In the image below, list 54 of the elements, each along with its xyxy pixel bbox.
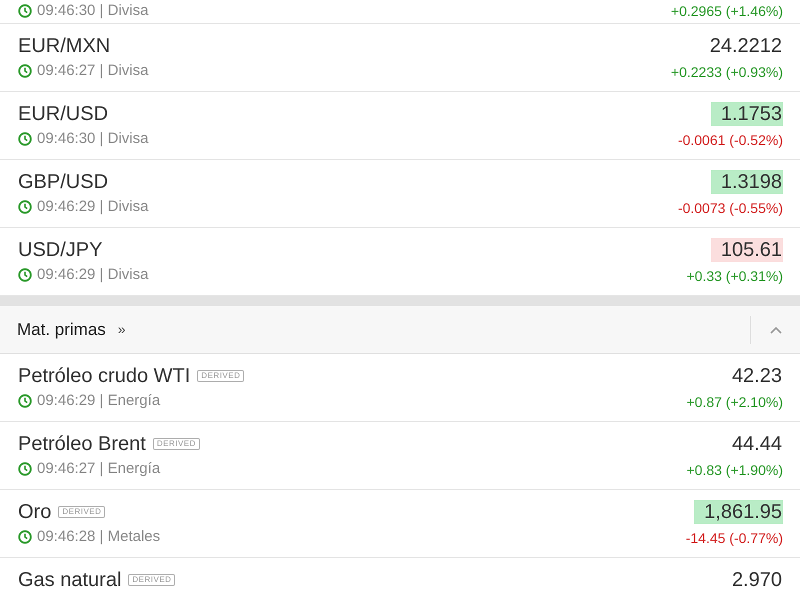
instrument-name: Oro [18,500,52,524]
clock-icon [18,4,32,18]
timestamp-text: 09:46:27 | Divisa [37,62,148,80]
more-link[interactable]: » [118,319,126,340]
instrument-name: USD/JPY [18,238,102,262]
price-text: 105.61 [710,238,783,262]
price-text: 1,861.95 [694,500,783,524]
price-text: 1.1753 [710,102,783,126]
instrument-name: Gas natural [18,568,122,592]
change-text: -0.0073 (-0.55%) [678,200,783,217]
clock-icon [18,462,32,476]
quote-row[interactable]: Oro DERIVED 09:46:28 | Metales 1,861.95 -14.45 (-0.77%) [0,490,800,558]
quote-row[interactable]: EUR/MXN 09:46:27 | Divisa 24.2212 +0.2233 (+0.93%) [0,24,800,92]
clock-icon [18,64,32,78]
timestamp-text: 09:46:30 | Divisa [37,130,148,148]
timestamp-text: 09:46:29 | Divisa [37,198,148,216]
price-text: 44.44 [730,432,783,456]
price-text: 42.23 [730,364,783,388]
change-text: +0.87 (+2.10%) [686,394,783,411]
section-header[interactable]: Mat. primas » [0,306,800,354]
instrument-name: GBP/USD [18,170,108,194]
price-text: 2.970 [730,568,783,593]
quote-row[interactable]: Petróleo Brent DERIVED 09:46:27 | Energía 44.44 +0.83 (+1.90%) [0,422,800,490]
clock-icon [18,200,32,214]
change-text: -0.0061 (-0.52%) [678,132,783,149]
timestamp-text: 09:46:30 | Divisa [37,2,148,20]
instrument-name: Petróleo Brent [18,432,146,456]
section-title: Mat. primas [17,318,106,341]
instrument-name: Petróleo crudo WTI [18,364,190,388]
quote-row[interactable]: EUR/USD 09:46:30 | Divisa 1.1753 -0.0061 (-0.52%) [0,92,800,160]
derived-badge: DERIVED [58,506,106,518]
change-text: +0.2233 (+0.93%) [670,64,783,81]
clock-icon [18,268,32,282]
change-text: -14.45 (-0.77%) [686,530,783,547]
instrument-name: EUR/MXN [18,34,110,58]
collapse-icon[interactable] [770,326,782,334]
price-text: 1.3198 [710,170,783,194]
quote-row[interactable]: Petróleo crudo WTI DERIVED 09:46:29 | Energía 42.23 +0.87 (+2.10%) [0,354,800,422]
instrument-name: EUR/USD [18,102,108,126]
clock-icon [18,394,32,408]
derived-badge: DERIVED [128,574,176,586]
timestamp-text: 09:46:29 | Divisa [37,266,148,284]
price-text: 24.2212 [708,34,783,58]
clock-icon [18,530,32,544]
change-text: +0.33 (+0.31%) [686,268,783,285]
derived-badge: DERIVED [197,370,244,382]
derived-badge: DERIVED [152,438,200,450]
timestamp-text: 09:46:29 | Energía [37,392,160,410]
quote-row[interactable]: GBP/USD 09:46:29 | Divisa 1.3198 -0.0073 (-0.55%) [0,160,800,228]
change-text: +0.83 (+1.90%) [686,462,783,479]
clock-icon [18,132,32,146]
change-text: +0.2965 (+1.46%) [670,3,783,20]
timestamp-text: 09:46:28 | Metales [37,528,160,546]
timestamp-text: 09:46:27 | Energía [37,460,160,478]
